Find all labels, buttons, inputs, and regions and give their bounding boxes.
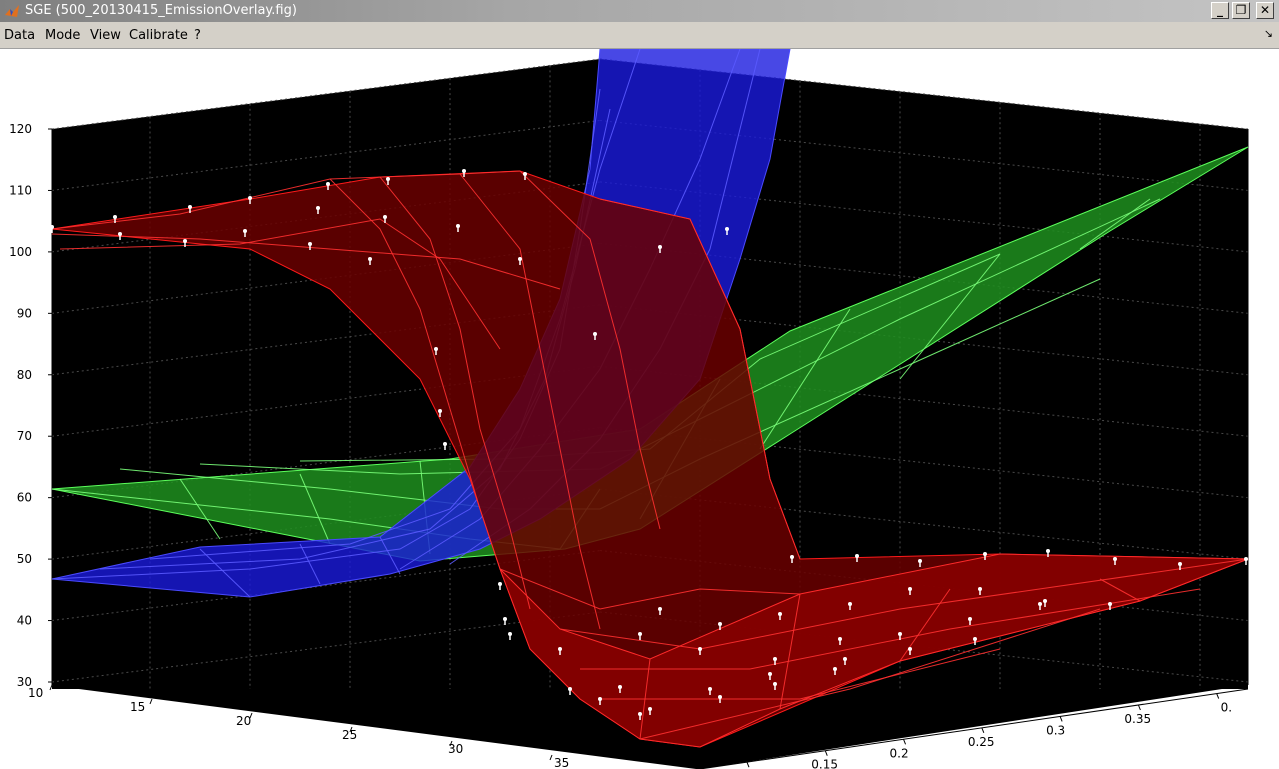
- x-tick-mark: [549, 754, 553, 761]
- x-tick-mark: [149, 698, 153, 705]
- z-tick-label: 80: [17, 368, 32, 382]
- menu-bar: Data Mode View Calibrate ? ↘: [0, 24, 1279, 48]
- y-tick-label: 0.25: [968, 735, 995, 749]
- y-tick-mark: [903, 739, 907, 745]
- menu-overflow-icon[interactable]: ↘: [1264, 27, 1273, 40]
- z-tick-label: 90: [17, 306, 32, 320]
- x-tick-label: 25: [342, 728, 357, 742]
- x-tick-mark: [49, 684, 53, 691]
- y-tick-label: 0.: [1221, 701, 1232, 715]
- close-button[interactable]: ✕: [1256, 2, 1274, 19]
- z-tick-label: 60: [17, 491, 32, 505]
- menu-calibrate[interactable]: Calibrate: [129, 28, 188, 43]
- window-title: SGE (500_20130415_EmissionOverlay.fig): [25, 3, 297, 18]
- y-tick-mark: [981, 727, 985, 734]
- y-tick-label: 0.35: [1124, 712, 1151, 726]
- figure-canvas[interactable]: 30 40 50 60 70 80 90 100 110 120 10 15 20 25 30 35 0.1…: [0, 49, 1279, 769]
- z-tick-label: 40: [17, 614, 32, 628]
- title-bar: SGE (500_20130415_EmissionOverlay.fig) _…: [0, 0, 1279, 22]
- x-tick-label: 30: [448, 742, 463, 756]
- z-tick-label: 100: [9, 245, 32, 259]
- matlab-app-icon: [5, 5, 19, 17]
- z-tick-label: 120: [9, 122, 32, 136]
- restore-button[interactable]: ❐: [1232, 2, 1250, 19]
- x-tick-label: 15: [130, 700, 145, 714]
- surface-plot[interactable]: 30405060708090100110120 101520253035 0.1…: [0, 49, 1279, 769]
- y-tick-mark: [824, 750, 828, 756]
- x-tick-label: 20: [236, 714, 251, 728]
- x-tick-label: 35: [554, 756, 569, 769]
- y-tick-label: 0.2: [890, 746, 909, 760]
- y-tick-label: 0.3: [1046, 723, 1065, 737]
- y-tick-mark: [1059, 716, 1063, 722]
- z-tick-label: 110: [9, 183, 32, 197]
- y-tick-mark: [1137, 704, 1141, 711]
- menu-data[interactable]: Data: [4, 28, 35, 43]
- x-tick-label: 10: [28, 686, 43, 700]
- z-tick-label: 70: [17, 429, 32, 443]
- menu-mode[interactable]: Mode: [45, 28, 80, 43]
- minimize-button[interactable]: _: [1211, 2, 1229, 19]
- y-tick-label: 0.15: [811, 758, 838, 769]
- y-tick-mark: [1216, 693, 1220, 699]
- z-tick-label: 50: [17, 552, 32, 566]
- menu-help[interactable]: ?: [194, 28, 201, 43]
- menu-view[interactable]: View: [90, 28, 121, 43]
- y-tick-mark: [746, 761, 750, 768]
